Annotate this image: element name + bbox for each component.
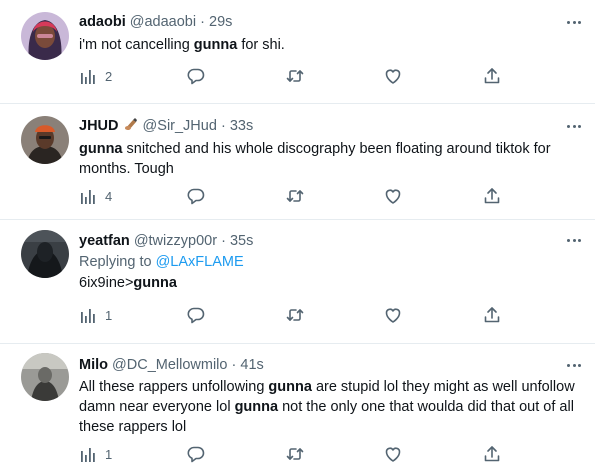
retweet-button[interactable] bbox=[286, 186, 304, 206]
reply-bubble-icon bbox=[187, 188, 205, 205]
share-icon bbox=[484, 446, 500, 462]
bar-chart-icon bbox=[81, 448, 95, 462]
views-count: 4 bbox=[105, 188, 113, 204]
views-count: 2 bbox=[105, 68, 113, 84]
tweet-header: Milo @DC_Mellowmilo · 41s bbox=[79, 355, 577, 375]
tweet-actions: 1 bbox=[79, 444, 509, 464]
author-name[interactable]: Milo bbox=[79, 357, 108, 373]
tweet-actions: 2 bbox=[79, 66, 509, 86]
tweet-text: gunna snitched and his whole discography… bbox=[79, 139, 577, 179]
share-button[interactable] bbox=[483, 444, 501, 464]
tweet-text: i'm not cancelling gunna for shi. bbox=[79, 35, 577, 55]
text-bold-keyword: gunna bbox=[79, 141, 123, 157]
bar-chart-icon bbox=[81, 190, 95, 204]
text-bold-keyword: gunna bbox=[193, 37, 238, 53]
views-button[interactable]: 1 bbox=[79, 305, 112, 325]
share-button[interactable] bbox=[483, 305, 501, 325]
separator-dot: · bbox=[231, 357, 237, 373]
text-segment: for shi. bbox=[237, 37, 285, 53]
views-button[interactable]: 4 bbox=[79, 186, 112, 206]
author-handle[interactable]: @twizzyp00r bbox=[134, 233, 217, 249]
share-icon bbox=[484, 188, 500, 204]
avatar[interactable] bbox=[21, 116, 69, 164]
share-icon bbox=[484, 68, 500, 84]
author-name[interactable]: yeatfan bbox=[79, 233, 130, 249]
reply-bubble-icon bbox=[187, 68, 205, 85]
author-name[interactable]: adaobi bbox=[79, 14, 126, 30]
reply-bubble-icon bbox=[187, 446, 205, 463]
avatar[interactable] bbox=[21, 353, 69, 401]
tweet-timestamp[interactable]: 29s bbox=[209, 14, 232, 30]
heart-icon bbox=[385, 189, 401, 204]
text-bold-keyword: gunna bbox=[133, 275, 177, 291]
separator-dot: · bbox=[221, 233, 226, 249]
text-segment: 6ix9ine> bbox=[79, 275, 134, 291]
tweet-header: yeatfan @twizzyp00r · 35s bbox=[79, 231, 577, 251]
retweet-icon bbox=[286, 448, 304, 460]
like-button[interactable] bbox=[384, 66, 402, 86]
author-name[interactable]: JHUD bbox=[79, 118, 118, 134]
tweet[interactable]: yeatfan @twizzyp00r · 35s Replying to @L… bbox=[0, 220, 595, 344]
tweet-timestamp[interactable]: 33s bbox=[230, 118, 253, 134]
text-bold-keyword: gunna bbox=[234, 399, 279, 415]
heart-icon bbox=[385, 447, 401, 462]
views-count: 1 bbox=[105, 446, 113, 462]
more-dots-icon[interactable] bbox=[567, 358, 581, 372]
separator-dot: · bbox=[200, 14, 205, 30]
like-button[interactable] bbox=[384, 305, 402, 325]
text-bold-keyword: gunna bbox=[268, 379, 312, 395]
tweet[interactable]: adaobi @adaaobi · 29s i'm not cancelling… bbox=[0, 0, 595, 104]
heart-icon bbox=[385, 69, 401, 84]
reply-button[interactable] bbox=[187, 444, 205, 464]
like-button[interactable] bbox=[384, 186, 402, 206]
bar-chart-icon bbox=[81, 309, 95, 323]
text-segment: snitched and his whole discography been … bbox=[79, 141, 551, 177]
reply-button[interactable] bbox=[187, 66, 205, 86]
retweet-icon bbox=[286, 70, 304, 82]
tweet-timestamp[interactable]: 35s bbox=[230, 233, 253, 249]
like-button[interactable] bbox=[384, 444, 402, 464]
reply-bubble-icon bbox=[187, 307, 205, 324]
tweet-timestamp[interactable]: 41s bbox=[240, 357, 263, 373]
avatar[interactable] bbox=[21, 12, 69, 60]
tweet-feed: adaobi @adaaobi · 29s i'm not cancelling… bbox=[0, 0, 595, 473]
share-button[interactable] bbox=[483, 66, 501, 86]
views-count: 1 bbox=[105, 307, 113, 323]
author-handle[interactable]: @DC_Mellowmilo bbox=[112, 357, 227, 373]
tweet-header: adaobi @adaaobi · 29s bbox=[79, 12, 577, 32]
writing-hand-emoji bbox=[124, 118, 137, 130]
author-handle[interactable]: @adaaobi bbox=[130, 14, 196, 30]
retweet-button[interactable] bbox=[286, 66, 304, 86]
mention-link[interactable]: @LAxFLAME bbox=[156, 254, 244, 270]
separator-dot: · bbox=[220, 118, 226, 134]
tweet-actions: 1 bbox=[79, 305, 509, 325]
share-button[interactable] bbox=[483, 186, 501, 206]
author-handle[interactable]: @Sir_JHud bbox=[143, 118, 217, 134]
tweet[interactable]: Milo @DC_Mellowmilo · 41s All these rapp… bbox=[0, 344, 595, 473]
replying-to: Replying to @LAxFLAME bbox=[79, 252, 577, 272]
tweet-text: All these rappers unfollowing gunna are … bbox=[79, 377, 577, 437]
text-segment: i'm not cancelling bbox=[79, 37, 194, 53]
retweet-button[interactable] bbox=[286, 305, 304, 325]
views-button[interactable]: 1 bbox=[79, 444, 112, 464]
tweet[interactable]: JHUD @Sir_JHud · 33s gunna snitched and … bbox=[0, 104, 595, 220]
reply-button[interactable] bbox=[187, 186, 205, 206]
retweet-icon bbox=[286, 309, 304, 321]
retweet-button[interactable] bbox=[286, 444, 304, 464]
replying-to-label: Replying to bbox=[79, 254, 156, 270]
heart-icon bbox=[385, 308, 401, 323]
views-button[interactable]: 2 bbox=[79, 66, 112, 86]
tweet-actions: 4 bbox=[79, 186, 509, 206]
more-dots-icon[interactable] bbox=[567, 233, 581, 247]
avatar[interactable] bbox=[21, 230, 69, 278]
more-dots-icon[interactable] bbox=[567, 119, 581, 133]
more-dots-icon[interactable] bbox=[567, 15, 581, 29]
reply-button[interactable] bbox=[187, 305, 205, 325]
text-segment: All these rappers unfollowing bbox=[79, 379, 269, 395]
bar-chart-icon bbox=[81, 70, 95, 84]
retweet-icon bbox=[286, 190, 304, 202]
tweet-text: 6ix9ine>gunna bbox=[79, 273, 577, 293]
share-icon bbox=[484, 307, 500, 323]
tweet-header: JHUD @Sir_JHud · 33s bbox=[79, 116, 577, 136]
